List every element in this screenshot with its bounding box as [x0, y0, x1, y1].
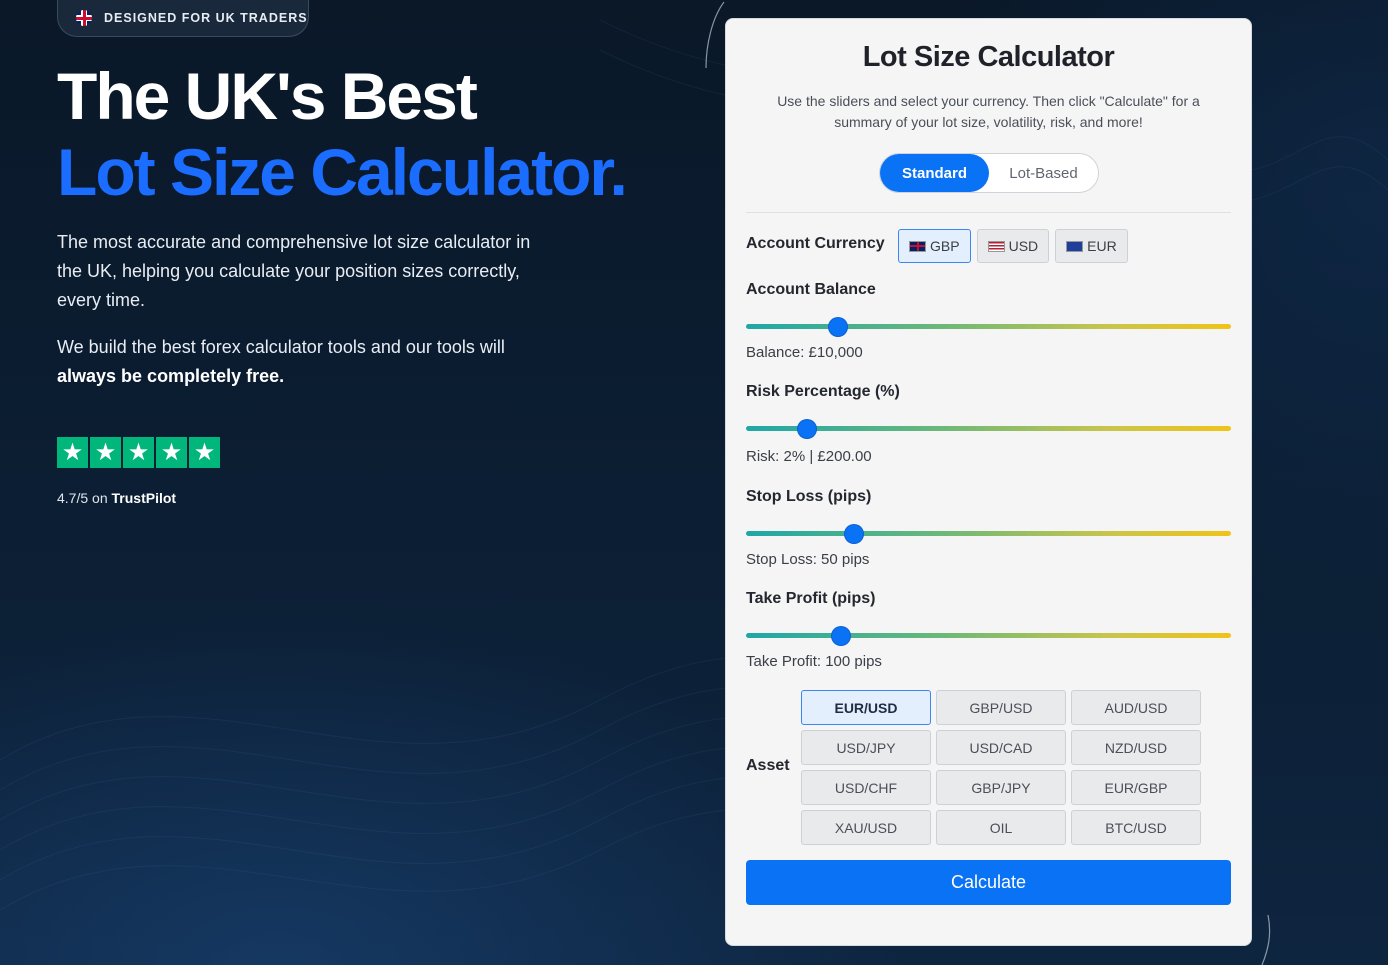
- calculator-title: Lot Size Calculator: [862, 41, 1115, 73]
- stop-loss-label: Stop Loss (pips): [746, 488, 872, 505]
- slider-thumb[interactable]: [844, 525, 863, 543]
- star-icon: ★: [57, 437, 88, 468]
- asset-option-btc-usd[interactable]: BTC/USD: [1071, 810, 1201, 845]
- risk-readout: Risk: 2% | £200.00: [746, 448, 872, 465]
- mode-standard-button[interactable]: Standard: [880, 154, 989, 192]
- asset-option-eur-gbp[interactable]: EUR/GBP: [1071, 770, 1201, 805]
- badge-text: DESIGNED FOR UK TRADERS: [104, 11, 308, 25]
- trustpilot-stars: ★ ★ ★ ★ ★: [57, 437, 220, 468]
- star-icon: ★: [189, 437, 220, 468]
- uk-traders-badge: DESIGNED FOR UK TRADERS: [57, 0, 309, 37]
- slider-thumb[interactable]: [832, 627, 851, 645]
- take-profit-slider[interactable]: [746, 626, 1231, 646]
- hero-description: The most accurate and comprehensive lot …: [57, 232, 531, 310]
- asset-option-usd-chf[interactable]: USD/CHF: [801, 770, 931, 805]
- hero-title-line2: Lot Size Calculator.: [57, 135, 628, 209]
- stop-loss-slider[interactable]: [746, 524, 1231, 544]
- currency-selector: GBP USD EUR: [898, 229, 1128, 263]
- hero-title-line1: The UK's Best: [57, 59, 478, 133]
- asset-option-usd-cad[interactable]: USD/CAD: [936, 730, 1066, 765]
- slider-track: [746, 324, 1231, 329]
- slider-thumb[interactable]: [829, 318, 848, 336]
- asset-option-nzd-usd[interactable]: NZD/USD: [1071, 730, 1201, 765]
- slider-thumb[interactable]: [798, 420, 817, 438]
- currency-label: EUR: [1087, 238, 1117, 254]
- mode-lot-based-button[interactable]: Lot-Based: [989, 154, 1098, 192]
- asset-selector: EUR/USD GBP/USD AUD/USD USD/JPY USD/CAD NZD/U…: [801, 690, 1201, 845]
- currency-eur-button[interactable]: EUR: [1055, 229, 1128, 263]
- mode-toggle: Standard Lot-Based: [879, 153, 1099, 193]
- slider-track: [746, 633, 1231, 638]
- eu-flag-icon: [1066, 240, 1084, 252]
- star-icon: ★: [90, 437, 121, 468]
- asset-option-usd-jpy[interactable]: USD/JPY: [801, 730, 931, 765]
- asset-option-gbp-jpy[interactable]: GBP/JPY: [936, 770, 1066, 805]
- asset-option-gbp-usd[interactable]: GBP/USD: [936, 690, 1066, 725]
- gb-flag-icon: [909, 240, 926, 252]
- asset-option-eur-usd[interactable]: EUR/USD: [801, 690, 931, 725]
- star-icon: ★: [156, 437, 187, 468]
- asset-option-aud-usd[interactable]: AUD/USD: [1071, 690, 1201, 725]
- currency-label: GBP: [930, 238, 960, 254]
- rating-text: 4.7/5 on TrustPilot: [57, 490, 176, 506]
- risk-percentage-label: Risk Percentage (%): [746, 383, 900, 400]
- hero-free-tools-text: We build the best forex calculator tools…: [57, 333, 547, 391]
- account-balance-slider[interactable]: [746, 317, 1231, 337]
- calculate-button[interactable]: Calculate: [746, 860, 1231, 905]
- divider: [746, 212, 1231, 213]
- rating-prefix: 4.7/5 on: [57, 490, 108, 506]
- currency-usd-button[interactable]: USD: [976, 229, 1050, 263]
- risk-percentage-slider[interactable]: [746, 419, 1231, 439]
- slider-track: [746, 531, 1231, 536]
- slider-track: [746, 426, 1231, 431]
- calculator-card: Lot Size Calculator Use the sliders and …: [725, 18, 1252, 946]
- take-profit-readout: Take Profit: 100 pips: [746, 653, 882, 670]
- account-currency-label: Account Currency: [746, 235, 885, 252]
- asset-label: Asset: [746, 757, 790, 774]
- star-icon: ★: [123, 437, 154, 468]
- balance-readout: Balance: £10,000: [746, 344, 863, 361]
- asset-option-oil[interactable]: OIL: [936, 810, 1066, 845]
- account-balance-label: Account Balance: [746, 281, 876, 298]
- rating-source: TrustPilot: [111, 490, 177, 506]
- uk-flag-icon: [76, 10, 92, 26]
- stop-loss-readout: Stop Loss: 50 pips: [746, 551, 870, 568]
- currency-label: USD: [1008, 238, 1039, 254]
- take-profit-label: Take Profit (pips): [746, 590, 876, 607]
- tools-text: We build the best forex calculator tools…: [57, 337, 505, 357]
- tools-bold-text: always be completely free.: [57, 366, 285, 386]
- calculator-subtitle: Use the sliders and select your currency…: [777, 93, 1200, 130]
- us-flag-icon: [987, 240, 1005, 252]
- asset-option-xau-usd[interactable]: XAU/USD: [801, 810, 931, 845]
- currency-gbp-button[interactable]: GBP: [898, 229, 971, 263]
